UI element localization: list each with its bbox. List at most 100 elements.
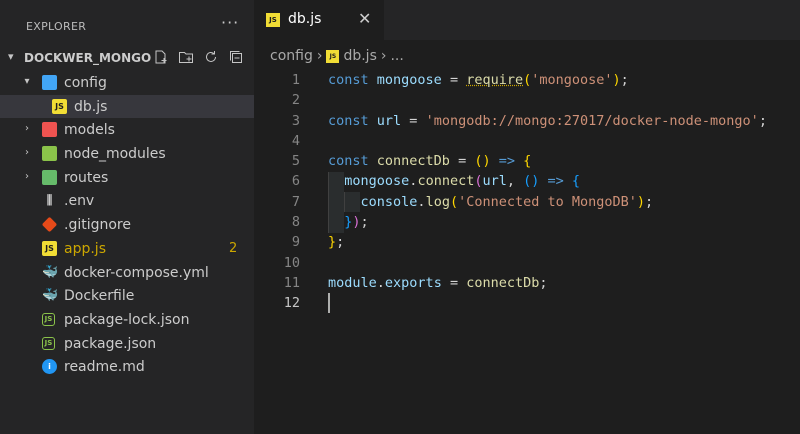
code-text: const mongoose = require('mongoose'); [328, 72, 629, 88]
tab-db-js[interactable]: JS db.js ✕ [254, 0, 384, 40]
node-json-icon: JS [42, 336, 55, 350]
chevron-right-icon[interactable]: › [22, 147, 32, 158]
node-modules-folder-icon [42, 146, 57, 162]
chevron-down-icon[interactable]: ▾ [8, 50, 14, 63]
line-number: 5 [291, 153, 300, 170]
new-file-icon[interactable] [153, 49, 169, 65]
project-actions [153, 49, 244, 65]
tree-item-env[interactable]: ⫼ .env [0, 189, 254, 213]
breadcrumb-file[interactable]: db.js [343, 48, 376, 64]
tab-bar: JS db.js ✕ [254, 0, 800, 40]
breadcrumb: config › JS db.js ›... [270, 48, 404, 64]
code-line-current: 12 [254, 293, 800, 314]
tree-item-label: models [64, 122, 115, 139]
routes-folder-icon [42, 169, 57, 185]
code-line: 4 [254, 131, 800, 151]
javascript-file-icon: JS [52, 98, 67, 114]
chevron-right-icon[interactable]: › [22, 171, 32, 182]
tree-item-label: config [64, 75, 107, 91]
code-line: 10 [254, 253, 800, 273]
line-number: 3 [291, 112, 300, 129]
line-number: 9 [291, 234, 300, 251]
file-tree: ▾ config JS db.js › models › node_module… [0, 71, 254, 379]
new-folder-icon[interactable] [178, 49, 194, 65]
tree-item-routes[interactable]: › routes [0, 166, 254, 190]
tree-item-label: package.json [64, 335, 157, 352]
code-line: 8 }); [254, 212, 800, 232]
tree-item-label: package-lock.json [64, 311, 190, 328]
code-text: }); [344, 214, 369, 231]
code-line: 9 }; [254, 232, 800, 252]
project-header[interactable]: ▾ DOCKWER_MONGO [0, 46, 254, 70]
code-text: mongoose.connect(url, () => { [344, 173, 581, 190]
text-cursor [328, 293, 330, 314]
tree-item-label: docker-compose.yml [64, 264, 209, 281]
code-text: module.exports = connectDb; [328, 274, 548, 291]
line-number: 11 [283, 274, 300, 291]
tree-item-node-modules[interactable]: › node_modules [0, 142, 254, 166]
tree-item-models[interactable]: › models [0, 118, 254, 142]
docker-icon: 🐳 [42, 264, 59, 280]
code-line: 7 console.log('Connected to MongoDB'); [254, 192, 800, 212]
code-line: 2 [254, 90, 800, 110]
editor-area: JS db.js ✕ config › JS db.js ›... 1 const mo… [254, 0, 800, 434]
vscode-window: EXPLORER ··· ▾ DOCKWER_MONGO ▾ config JS… [0, 0, 800, 434]
config-folder-icon [42, 75, 57, 90]
code-line: 6 mongoose.connect(url, () => { [254, 171, 800, 191]
tree-item-label: app.js [64, 240, 106, 257]
more-actions-icon[interactable]: ··· [221, 13, 239, 32]
project-name: DOCKWER_MONGO [24, 51, 152, 65]
explorer-title: EXPLORER [26, 20, 87, 33]
line-number: 8 [291, 214, 300, 231]
tree-item-gitignore[interactable]: .gitignore [0, 213, 254, 237]
breadcrumb-symbols[interactable]: ... [390, 48, 403, 64]
code-line: 5 const connectDb = () => { [254, 151, 800, 171]
chevron-right-icon: › [380, 48, 387, 64]
info-icon: i [42, 359, 57, 375]
breadcrumb-folder[interactable]: config [270, 48, 313, 64]
code-editor[interactable]: 1 const mongoose = require('mongoose'); … [254, 70, 800, 314]
line-number: 10 [283, 254, 300, 271]
line-number: 12 [283, 295, 300, 312]
tree-item-config[interactable]: ▾ config [0, 71, 254, 95]
line-number: 7 [291, 193, 300, 210]
tree-item-label: .gitignore [64, 217, 131, 234]
collapse-all-icon[interactable] [228, 49, 244, 65]
problems-badge: 2 [229, 240, 238, 256]
models-folder-icon [42, 122, 57, 138]
tree-item-label: db.js [74, 98, 108, 115]
refresh-icon[interactable] [203, 49, 219, 65]
line-number: 1 [291, 72, 300, 88]
git-icon [41, 216, 58, 233]
code-line: 11 module.exports = connectDb; [254, 273, 800, 293]
tree-item-label: Dockerfile [64, 288, 135, 305]
chevron-right-icon: › [316, 48, 323, 64]
tree-item-label: readme.md [64, 359, 145, 376]
explorer-sidebar: EXPLORER ··· ▾ DOCKWER_MONGO ▾ config JS… [0, 0, 254, 434]
code-line: 3 const url = 'mongodb://mongo:27017/doc… [254, 111, 800, 131]
tree-item-label: .env [64, 193, 95, 210]
close-icon[interactable]: ✕ [358, 9, 371, 28]
node-json-icon: JS [42, 312, 55, 326]
line-number: 2 [291, 92, 300, 109]
javascript-file-icon: JS [266, 13, 280, 27]
line-number: 4 [291, 132, 300, 149]
tree-item-db-js[interactable]: JS db.js [0, 94, 254, 119]
chevron-right-icon[interactable]: › [22, 123, 32, 134]
tab-label: db.js [288, 11, 322, 27]
line-number: 6 [291, 173, 300, 190]
code-text: }; [328, 234, 345, 251]
tree-item-package-json[interactable]: JS package.json [0, 332, 254, 356]
code-text: console.log('Connected to MongoDB'); [360, 193, 654, 210]
tree-item-readme[interactable]: i readme.md [0, 355, 254, 379]
tree-item-label: node_modules [64, 146, 166, 163]
code-line: 1 const mongoose = require('mongoose'); [254, 70, 800, 90]
chevron-down-icon[interactable]: ▾ [22, 76, 32, 87]
tree-item-dockerfile[interactable]: 🐳 Dockerfile [0, 284, 254, 308]
tree-item-package-lock[interactable]: JS package-lock.json [0, 308, 254, 332]
javascript-file-icon: JS [326, 49, 340, 63]
tree-item-app-js[interactable]: JS app.js 2 [0, 237, 254, 261]
javascript-file-icon: JS [42, 240, 57, 256]
explorer-header: EXPLORER ··· [0, 0, 254, 40]
tree-item-docker-compose[interactable]: 🐳 docker-compose.yml [0, 261, 254, 285]
